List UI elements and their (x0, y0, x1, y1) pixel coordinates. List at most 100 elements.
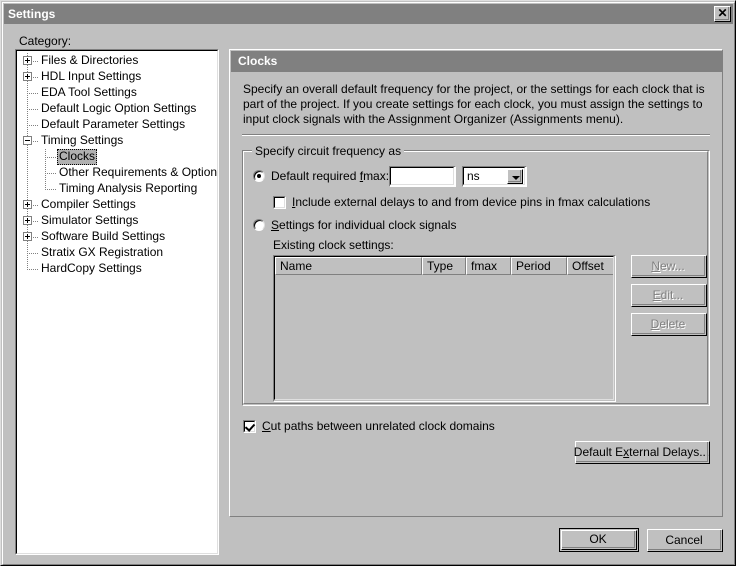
tree-item-label: Simulator Settings (39, 213, 140, 229)
fmax-value-input-text (390, 167, 454, 185)
tree-item-timing-settings[interactable]: Timing Settings (17, 133, 217, 149)
arrow-down-glyph (512, 176, 520, 180)
cancel-button-label: Cancel (648, 530, 720, 549)
tree-item-default-parameter-settings[interactable]: Default Parameter Settings (17, 117, 217, 133)
tree-connector-line (27, 181, 28, 197)
table-body: NameTypefmaxPeriodOffset (274, 256, 614, 400)
expand-icon[interactable] (23, 216, 32, 225)
tree-connector-line (45, 165, 46, 181)
expand-icon[interactable] (23, 232, 32, 241)
collapse-icon[interactable] (23, 136, 32, 145)
radio-indicator (253, 219, 265, 231)
radio-default-fmax-label: Default required fmax: (271, 169, 389, 183)
checkbox-cut-paths[interactable]: Cut paths between unrelated clock domain… (243, 419, 495, 433)
table-column-header[interactable]: Offset (567, 257, 614, 275)
tree-item-label: HardCopy Settings (39, 261, 144, 277)
tree-item-label: EDA Tool Settings (39, 85, 139, 101)
panel-description: Specify an overall default frequency for… (243, 82, 708, 127)
title-bar: Settings ✕ (4, 4, 733, 24)
edit-button-label: Edit... (632, 285, 704, 304)
expand-icon[interactable] (23, 56, 32, 65)
fmax-value-input[interactable] (389, 166, 456, 187)
tree-connector-line (45, 157, 57, 158)
tree-item-label: Default Logic Option Settings (39, 101, 198, 117)
tree-connector-line (27, 269, 39, 270)
tree-connector-line (27, 93, 39, 94)
tree-item-eda-tool-settings[interactable]: EDA Tool Settings (17, 85, 217, 101)
window-title: Settings (8, 7, 55, 21)
edit-button: Edit... (631, 284, 707, 307)
tree-item-label: Timing Analysis Reporting (57, 181, 199, 197)
tree-item-clocks[interactable]: Clocks (17, 149, 217, 165)
tree-item-timing-analysis-reporting[interactable]: Timing Analysis Reporting (17, 181, 217, 197)
table-column-header[interactable]: Period (511, 257, 567, 275)
table-column-header[interactable]: Type (422, 257, 466, 275)
radio-indicator (253, 170, 265, 182)
tree-connector-line (45, 181, 46, 190)
group-title: Specify circuit frequency as (252, 144, 404, 158)
tree-item-default-logic-option-settings[interactable]: Default Logic Option Settings (17, 101, 217, 117)
radio-default-required-fmax[interactable]: Default required fmax: (253, 169, 389, 183)
panel-divider (242, 134, 710, 136)
radio-settings-individual-clocks[interactable]: Settings for individual clock signals (253, 218, 456, 232)
chevron-down-icon[interactable] (507, 169, 523, 184)
tree-item-hdl-input-settings[interactable]: HDL Input Settings (17, 69, 217, 85)
expand-icon[interactable] (23, 200, 32, 209)
checkbox-indicator (243, 420, 256, 433)
tree-item-simulator-settings[interactable]: Simulator Settings (17, 213, 217, 229)
tree-connector-line (45, 173, 57, 174)
tree-item-label: Software Build Settings (39, 229, 167, 245)
tree-item-files-directories[interactable]: Files & Directories (17, 53, 217, 69)
table-column-header[interactable]: fmax (466, 257, 511, 275)
tree-item-label: Default Parameter Settings (39, 117, 187, 133)
delete-button-label: Delete (632, 314, 704, 333)
default-external-delays-button[interactable]: Default External Delays... (575, 441, 710, 464)
tree-item-label: Compiler Settings (39, 197, 138, 213)
tree-connector-line (27, 165, 28, 181)
checkbox-include-external-delays[interactable]: Include external delays to and from devi… (273, 195, 650, 209)
tree-connector-line (45, 189, 57, 190)
tree-item-label: Other Requirements & Options (57, 165, 218, 181)
tree-item-compiler-settings[interactable]: Compiler Settings (17, 197, 217, 213)
tree-connector-line (27, 149, 28, 165)
specify-circuit-frequency-group: Specify circuit frequency as Default req… (242, 150, 710, 406)
ok-button-label: OK (560, 529, 636, 549)
expand-icon[interactable] (23, 72, 32, 81)
tree-item-label: Files & Directories (39, 53, 140, 69)
existing-clock-settings-label: Existing clock settings: (273, 238, 394, 252)
radio-individual-clocks-label: Settings for individual clock signals (271, 218, 456, 232)
tree-item-other-requirements-options[interactable]: Other Requirements & Options (17, 165, 217, 181)
tree-item-stratix-gx-registration[interactable]: Stratix GX Registration (17, 245, 217, 261)
checkbox-indicator (273, 196, 286, 209)
checkbox-cut-paths-label: Cut paths between unrelated clock domain… (262, 419, 495, 433)
tree-item-hardcopy-settings[interactable]: HardCopy Settings (17, 261, 217, 277)
clocks-settings-panel: Clocks Specify an overall default freque… (229, 49, 723, 517)
panel-header-title: Clocks (231, 51, 723, 72)
tree-item-label: Stratix GX Registration (39, 245, 165, 261)
tree-connector-line (27, 261, 28, 269)
ok-button[interactable]: OK (559, 528, 639, 552)
table-column-header[interactable]: Name (275, 257, 422, 275)
close-button[interactable]: ✕ (714, 6, 731, 22)
tree-item-software-build-settings[interactable]: Software Build Settings (17, 229, 217, 245)
close-icon: ✕ (715, 6, 730, 21)
tree-item-label: HDL Input Settings (39, 69, 143, 85)
fmax-unit-combo[interactable]: ns (462, 166, 527, 187)
category-tree-panel: Files & DirectoriesHDL Input SettingsEDA… (15, 49, 219, 555)
tree-connector-line (45, 149, 46, 165)
delete-button: Delete (631, 313, 707, 336)
settings-dialog-window: Settings ✕ Category: Files & Directories… (0, 0, 736, 566)
default-external-delays-label: Default External Delays... (576, 442, 707, 461)
tree-connector-line (27, 109, 39, 110)
table-header-row: NameTypefmaxPeriodOffset (275, 257, 614, 275)
category-tree[interactable]: Files & DirectoriesHDL Input SettingsEDA… (17, 53, 217, 277)
checkbox-include-external-delays-label: Include external delays to and from devi… (292, 195, 650, 209)
category-tree-panel-inner: Files & DirectoriesHDL Input SettingsEDA… (16, 50, 218, 554)
new-button: New... (631, 255, 707, 278)
existing-clock-settings-table[interactable]: NameTypefmaxPeriodOffset (273, 255, 616, 402)
fmax-unit-value: ns (467, 168, 480, 185)
category-label: Category: (19, 34, 71, 48)
cancel-button[interactable]: Cancel (647, 529, 723, 552)
new-button-label: New... (632, 256, 704, 275)
tree-connector-line (27, 125, 39, 126)
